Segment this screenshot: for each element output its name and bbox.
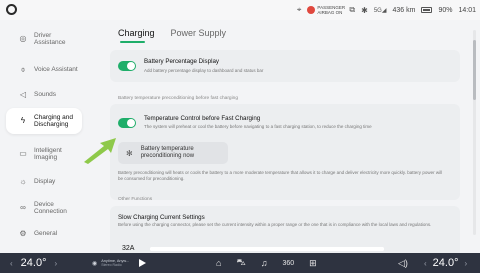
tab-charging[interactable]: Charging — [118, 28, 155, 43]
sidebar-item-label: Device Connection — [34, 200, 67, 216]
airbag-text: PASSENGER AIRBAG ON — [317, 5, 346, 15]
battery-percentage-title: Battery Percentage Display — [144, 58, 219, 65]
sidebar-item-charging-and-discharging[interactable]: ϟ Charging and Discharging — [6, 108, 82, 134]
temperature-control-title: Temperature Control before Fast Charging — [144, 115, 261, 122]
right-climate: ‹ 24.0° › — [424, 253, 467, 273]
charging-settings-panel: Charging Power Supply Battery Percentage… — [100, 20, 472, 253]
precondition-now-button[interactable]: ✻ Battery temperature preconditioning no… — [118, 142, 228, 164]
camera-icon: ⧉ — [349, 5, 356, 14]
steering-wheel-icon: ◎ — [19, 34, 27, 44]
left-climate: ‹ 24.0° › — [10, 253, 57, 273]
volume-control[interactable]: ◁) — [398, 253, 408, 273]
tab-bar: Charging Power Supply — [118, 28, 227, 43]
current-slider[interactable] — [150, 247, 384, 251]
battery-percent: 90% — [438, 6, 453, 14]
right-temp-decrease-icon[interactable]: ‹ — [424, 259, 427, 268]
location-icon: ⌖ — [296, 5, 302, 14]
right-temperature[interactable]: 24.0° — [433, 257, 459, 269]
battery-percentage-card: Battery Percentage Display Add battery p… — [110, 50, 460, 82]
pointer-arrow-icon — [84, 138, 116, 164]
volume-icon[interactable]: ◁) — [398, 258, 408, 269]
left-temp-increase-icon[interactable]: › — [54, 259, 57, 268]
charging-icon: ϟ — [20, 116, 26, 126]
scroll-thumb[interactable] — [473, 40, 476, 100]
airbag-icon — [307, 6, 316, 14]
scrollbar[interactable] — [473, 30, 476, 235]
temperature-control-desc: The system will preheat or cool the batt… — [144, 124, 372, 129]
current-slider-fill — [150, 247, 384, 251]
slow-charging-title: Slow Charging Current Settings — [118, 214, 205, 221]
sidebar-item-display[interactable]: ☼ Display — [6, 170, 82, 194]
360-view-icon[interactable]: 360 — [282, 260, 294, 267]
sidebar-item-sounds[interactable]: ◁ Sounds — [6, 83, 82, 107]
right-temp-increase-icon[interactable]: › — [464, 259, 467, 268]
tab-power-supply[interactable]: Power Supply — [171, 28, 227, 42]
battery-percentage-toggle[interactable] — [118, 61, 136, 71]
link-icon: ∞ — [20, 203, 26, 213]
precondition-now-label: Battery temperature preconditioning now — [140, 146, 195, 159]
microphone-icon: ⌽ — [20, 65, 26, 75]
sidebar-item-voice-assistant[interactable]: ⌽ Voice Assistant — [6, 58, 82, 82]
preconditioning-note: Battery preconditioning will heats or co… — [118, 170, 443, 181]
slow-charging-card: Slow Charging Current Settings Before us… — [110, 206, 460, 253]
sidebar-item-label: Display — [34, 178, 56, 186]
sidebar-item-label: Sounds — [34, 91, 57, 99]
sidebar-item-intelligent-imaging[interactable]: ▭ Intelligent Imaging — [6, 142, 82, 166]
bluetooth-icon: ✱ — [361, 5, 368, 15]
bottom-dock: ‹ 24.0° › ◉ Anytime, Anyw... Stereo Radi… — [0, 253, 480, 273]
sidebar-item-label: General — [34, 230, 58, 238]
current-value: 32A — [122, 245, 135, 252]
sidebar-item-label: Driver Assistance — [34, 31, 66, 47]
music-icon[interactable]: ♫ — [261, 258, 268, 268]
radio-icon: ◉ — [92, 260, 98, 267]
sidebar-item-label: Charging and Discharging — [34, 113, 74, 129]
sidebar-item-device-connection[interactable]: ∞ Device Connection — [6, 196, 82, 220]
battery-percentage-desc: Add battery percentage display to dashbo… — [144, 68, 264, 73]
status-bar: ⌖ PASSENGER AIRBAG ON ⧉ ✱ 5G◢ 436 km 90%… — [0, 0, 480, 20]
preconditioning-section-label: Battery temperature preconditioning befo… — [118, 96, 238, 101]
range-text: 436 km — [392, 6, 416, 14]
speaker-icon: ◁ — [19, 90, 27, 100]
brand-logo-icon — [6, 4, 17, 15]
projector-icon: ▭ — [19, 149, 27, 159]
temperature-control-card: Temperature Control before Fast Charging… — [110, 104, 460, 200]
signal-label: 5G — [373, 7, 382, 14]
temperature-control-toggle[interactable] — [118, 118, 136, 128]
sidebar-item-general[interactable]: ⚙ General — [6, 222, 82, 246]
apps-grid-icon[interactable]: ⊞ — [309, 258, 317, 269]
left-temperature[interactable]: 24.0° — [21, 257, 47, 269]
battery-icon — [421, 7, 433, 13]
slow-charging-desc: Before using the charging connector, ple… — [118, 222, 432, 227]
media-subtitle: Stereo Radio — [101, 263, 122, 268]
sidebar-item-label: Voice Assistant — [34, 66, 78, 74]
snowflake-icon: ✻ — [126, 148, 133, 158]
car-icon[interactable]: ⛍ — [236, 257, 245, 269]
dock-apps: ⌂ ⛍ ♫ 360 ⊞ — [216, 253, 317, 273]
sidebar-item-driver-assistance[interactable]: ◎ Driver Assistance — [6, 27, 82, 51]
status-indicators: ⌖ PASSENGER AIRBAG ON ⧉ ✱ 5G◢ 436 km 90%… — [297, 0, 476, 20]
signal-icon: 5G◢ — [373, 7, 387, 14]
left-temp-decrease-icon[interactable]: ‹ — [10, 259, 13, 268]
play-icon[interactable] — [139, 259, 147, 267]
other-functions-label: Other Functions — [118, 197, 153, 202]
home-icon[interactable]: ⌂ — [216, 258, 221, 268]
media-widget[interactable]: ◉ Anytime, Anyw... Stereo Radio — [92, 253, 147, 273]
clock: 14:01 — [458, 6, 476, 14]
sidebar-item-label: Intelligent Imaging — [34, 146, 62, 162]
settings-icon: ⚙ — [19, 229, 27, 239]
brightness-icon: ☼ — [19, 177, 27, 187]
airbag-indicator: PASSENGER AIRBAG ON — [307, 5, 346, 15]
